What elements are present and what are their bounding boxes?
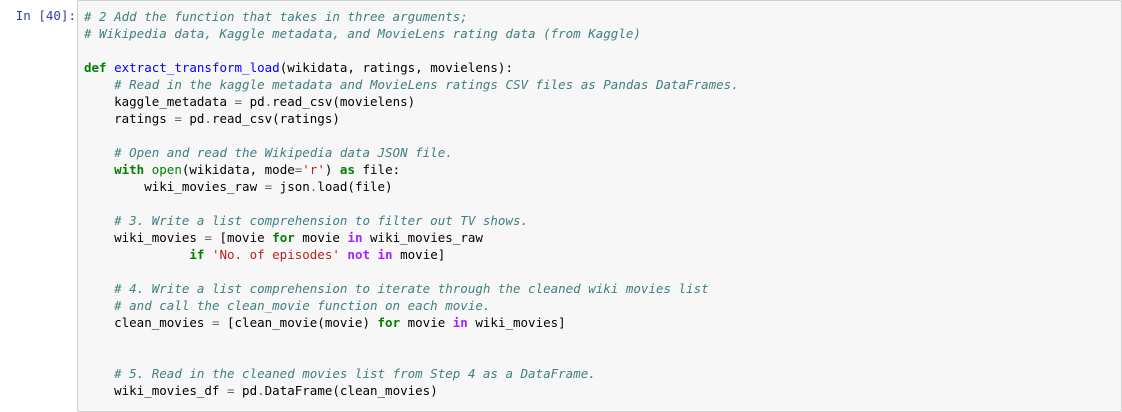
code-token: ratings (84, 111, 175, 126)
code-content[interactable]: # 2 Add the function that takes in three… (84, 8, 739, 399)
code-token: clean_movies (84, 315, 212, 330)
code-token: . (204, 111, 212, 126)
code-line: if 'No. of episodes' not in movie] (84, 246, 739, 263)
code-token: in (452, 315, 468, 330)
cell-prompt: In [40]: (15, 8, 76, 23)
code-token: 'No. of episodes' (211, 247, 340, 262)
code-line: wiki_movies_df = pd.DataFrame(clean_movi… (84, 382, 739, 399)
code-token: (wikidata, ratings, movielens): (279, 60, 513, 75)
code-token: wiki_movies_raw (362, 230, 483, 245)
code-line: ratings = pd.read_csv(ratings) (84, 110, 739, 127)
code-token: # 3. Write a list comprehension to filte… (114, 213, 529, 228)
code-token: wiki_movies (84, 230, 205, 245)
code-token: for (272, 230, 295, 245)
code-token: . (257, 383, 265, 398)
code-line: wiki_movies_raw = json.load(file) (84, 178, 739, 195)
code-token: read_csv(movielens) (272, 94, 416, 109)
code-token: def (84, 60, 107, 75)
code-token: extract_transform_load (114, 60, 280, 75)
code-token: load(file) (317, 179, 393, 194)
code-line: # Open and read the Wikipedia data JSON … (84, 144, 739, 161)
code-token: = (204, 230, 212, 245)
code-token: pd (181, 111, 205, 126)
code-token: for (377, 315, 401, 330)
code-token: pd (242, 94, 265, 109)
code-token: # Wikipedia data, Kaggle metadata, and M… (84, 26, 641, 41)
code-line: wiki_movies = [movie for movie in wiki_m… (84, 229, 739, 246)
code-token: not (347, 247, 370, 262)
code-token: with (114, 162, 145, 177)
code-line: # Wikipedia data, Kaggle metadata, and M… (84, 25, 739, 42)
code-line: kaggle_metadata = pd.read_csv(movielens) (84, 93, 739, 110)
code-token: in (347, 230, 363, 245)
code-line: # 3. Write a list comprehension to filte… (84, 212, 739, 229)
code-token: movie] (392, 247, 446, 262)
code-cell[interactable]: In [40]: # 2 Add the function that takes… (0, 0, 1122, 412)
code-token: wiki_movies_raw (84, 179, 265, 194)
code-token: ) (324, 162, 340, 177)
code-token: read_csv(ratings) (211, 111, 340, 126)
code-token: kaggle_metadata (84, 94, 235, 109)
code-token: = (234, 94, 243, 109)
code-token: in (377, 247, 393, 262)
code-line: # 5. Read in the cleaned movies list fro… (84, 365, 739, 382)
code-token: wiki_movies] (467, 315, 566, 330)
code-token: open (151, 162, 182, 177)
code-line: # 2 Add the function that takes in three… (84, 8, 739, 25)
code-token: # 5. Read in the cleaned movies list fro… (114, 366, 596, 381)
code-line: with open(wikidata, mode='r') as file: (84, 161, 739, 178)
code-token: # and call the clean_movie function on e… (114, 298, 491, 313)
code-token: as (339, 162, 355, 177)
code-token: = (227, 383, 235, 398)
code-token: movie (294, 230, 348, 245)
code-token: file: (354, 162, 401, 177)
code-token: 'r' (302, 162, 325, 177)
code-token: movie (400, 315, 453, 330)
code-token: # Read in the kaggle metadata and MovieL… (114, 77, 739, 92)
code-token: pd (234, 383, 258, 398)
code-token: if (189, 247, 205, 262)
code-token: [clean_movie(movie) (219, 315, 378, 330)
code-token: (wikidata, mode (181, 162, 295, 177)
code-token: # Open and read the Wikipedia data JSON … (114, 145, 453, 160)
code-token: # 2 Add the function that takes in three… (84, 9, 468, 24)
code-editor[interactable]: # 2 Add the function that takes in three… (77, 0, 1122, 412)
code-line: # and call the clean_movie function on e… (84, 297, 739, 314)
code-token: [movie (211, 230, 273, 245)
code-line: # 4. Write a list comprehension to itera… (84, 280, 739, 297)
code-token: = (174, 111, 182, 126)
code-token: json (272, 179, 310, 194)
code-token: # 4. Write a list comprehension to itera… (114, 281, 709, 296)
code-line: # Read in the kaggle metadata and MovieL… (84, 76, 739, 93)
code-line: def extract_transform_load(wikidata, rat… (84, 59, 739, 76)
code-token: DataFrame(clean_movies) (264, 383, 438, 398)
code-token: wiki_movies_df (84, 383, 227, 398)
code-line: clean_movies = [clean_movie(movie) for m… (84, 314, 739, 331)
